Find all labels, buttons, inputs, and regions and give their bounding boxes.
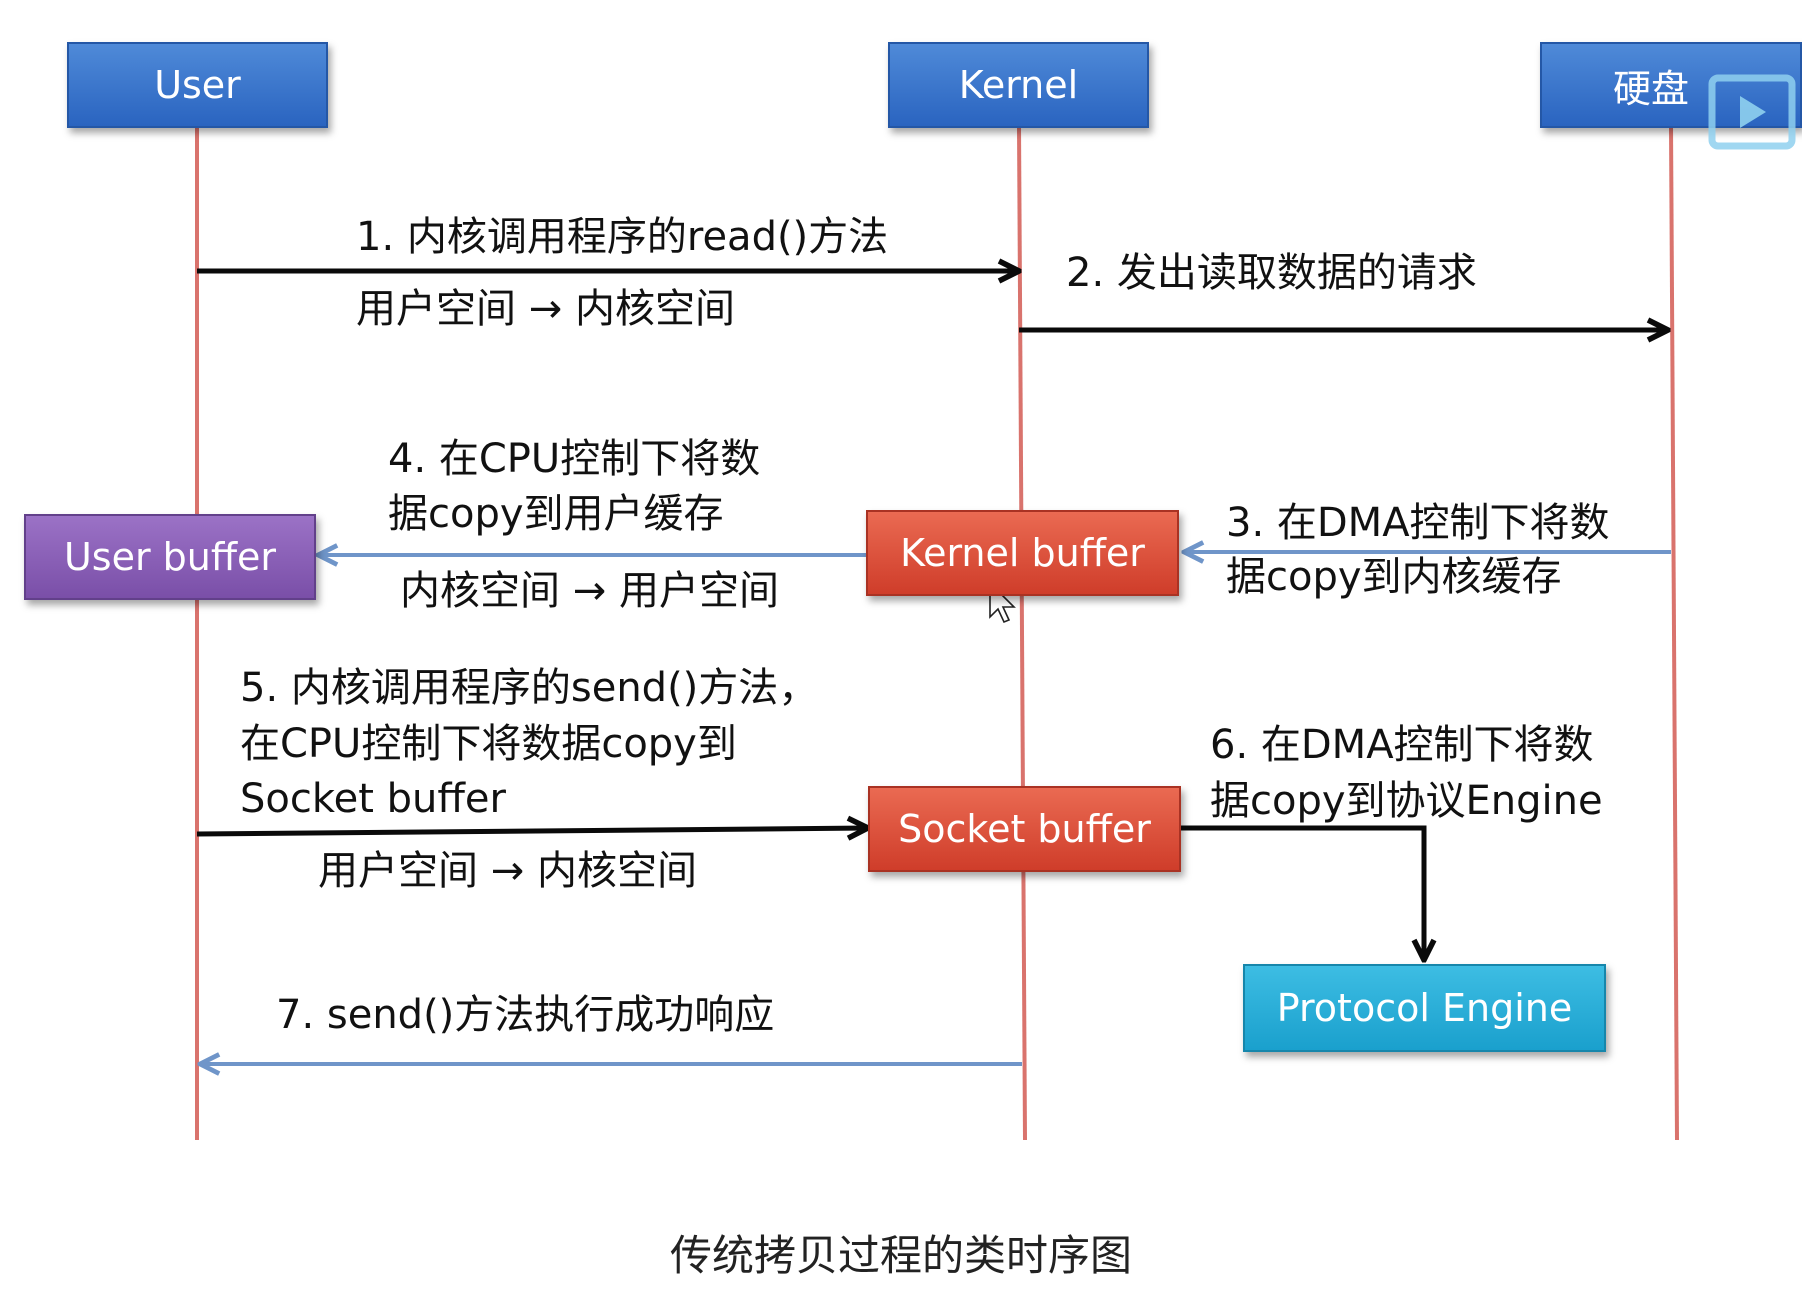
sequence-diagram <box>195 125 1679 1141</box>
step-4-line-2: 据copy到用户缓存 <box>388 491 724 537</box>
step-6-line-2: 据copy到协议Engine <box>1210 778 1603 824</box>
step-5-line-3: Socket buffer <box>240 776 506 822</box>
protocol-engine-box: Protocol Engine <box>1243 964 1606 1052</box>
step-6-line-1: 6. 在DMA控制下将数 <box>1210 722 1594 768</box>
step-5-direction: 用户空间 → 内核空间 <box>318 848 697 894</box>
participant-kernel: Kernel <box>888 42 1149 128</box>
step-3-line-2: 据copy到内核缓存 <box>1226 554 1562 600</box>
step-1-direction: 用户空间 → 内核空间 <box>356 286 735 332</box>
step-7-title: 7. send()方法执行成功响应 <box>276 992 775 1038</box>
kernel-buffer-label: Kernel buffer <box>900 531 1145 575</box>
participant-disk-label: 硬盘 <box>1612 66 1689 111</box>
step-1-title: 1. 内核调用程序的read()方法 <box>356 214 889 260</box>
kernel-lifeline <box>1017 125 1027 1141</box>
video-watermark-icon <box>1708 74 1796 150</box>
arrow-step-6 <box>1181 825 1424 960</box>
diagram-caption: 传统拷贝过程的类时序图 <box>669 1231 1132 1280</box>
step-3-line-1: 3. 在DMA控制下将数 <box>1226 500 1610 546</box>
kernel-buffer-box: Kernel buffer <box>866 510 1179 596</box>
socket-buffer-label: Socket buffer <box>898 807 1151 851</box>
step-5-line-1: 5. 内核调用程序的send()方法， <box>240 665 819 711</box>
participant-user: User <box>67 42 328 128</box>
user-buffer-label: User buffer <box>63 535 277 579</box>
user-buffer-box: User buffer <box>24 514 316 600</box>
step-4-line-1: 4. 在CPU控制下将数 <box>388 436 761 482</box>
participant-kernel-label: Kernel <box>958 63 1079 107</box>
step-4-direction: 内核空间 → 用户空间 <box>400 568 779 614</box>
participant-user-label: User <box>154 63 241 107</box>
step-2-title: 2. 发出读取数据的请求 <box>1066 250 1477 296</box>
step-5-line-2: 在CPU控制下将数据copy到 <box>240 721 737 767</box>
arrow-step-5 <box>196 828 868 834</box>
protocol-engine-label: Protocol Engine <box>1276 986 1573 1030</box>
socket-buffer-box: Socket buffer <box>868 786 1181 872</box>
disk-lifeline <box>1669 125 1679 1141</box>
